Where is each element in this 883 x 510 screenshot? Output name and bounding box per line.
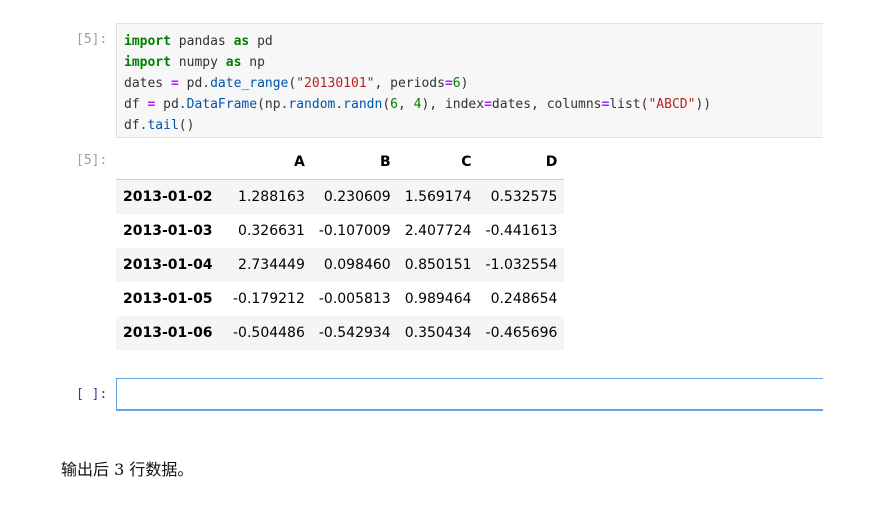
row-index-label: 2013-01-04 bbox=[123, 257, 213, 273]
table-cell: 0.326631 bbox=[238, 223, 305, 239]
table-cell: 0.350434 bbox=[404, 325, 472, 341]
column-header: D bbox=[478, 145, 565, 180]
code-token: = bbox=[444, 76, 453, 91]
table-cell: 0.850151 bbox=[404, 257, 472, 273]
table-row: 2013-01-06 -0.504486 -0.542934 0.350434 -0.4… bbox=[116, 316, 565, 350]
code-token: = bbox=[170, 76, 179, 91]
column-header: A bbox=[226, 145, 312, 180]
table-cell: -0.441613 bbox=[485, 223, 558, 239]
code-token: "20130101" bbox=[296, 76, 375, 91]
row-index-label: 2013-01-06 bbox=[123, 325, 213, 341]
code-line: import numpy as np bbox=[124, 52, 711, 73]
table-row: 2013-01-02 1.288163 0.230609 1.569174 0.5325… bbox=[116, 179, 565, 214]
code-token: = bbox=[484, 97, 492, 112]
code-token: (np bbox=[257, 97, 281, 112]
code-cell-prompt: [5]: bbox=[76, 32, 108, 47]
code-token: "ABCD" bbox=[648, 97, 696, 112]
column-header: B bbox=[311, 145, 398, 180]
code-token: dates bbox=[124, 76, 171, 91]
table-header-row: A B C D bbox=[116, 145, 565, 180]
row-index-label: 2013-01-03 bbox=[123, 223, 213, 239]
code-line: df.tail() bbox=[124, 115, 711, 136]
code-token: list( bbox=[609, 97, 649, 112]
table-cell: -0.179212 bbox=[233, 291, 305, 307]
table-cell: -0.504486 bbox=[233, 325, 305, 341]
code-token: pandas bbox=[170, 34, 234, 49]
table-cell: 1.288163 bbox=[238, 189, 305, 205]
output-prompt: [5]: bbox=[76, 153, 108, 168]
code-token: as bbox=[225, 55, 242, 70]
code-token: pd bbox=[155, 97, 179, 112]
table-cell: -1.032554 bbox=[485, 257, 558, 273]
dataframe-output-table: A B C D 2013-01-02 1.288163 0.230609 1.5691… bbox=[116, 145, 565, 350]
empty-cell-prompt: [ ]: bbox=[76, 387, 108, 402]
code-editor[interactable]: import pandas as pd import numpy as np dat… bbox=[124, 31, 711, 136]
table-cell: 1.569174 bbox=[404, 189, 472, 205]
code-token: .random bbox=[280, 97, 336, 112]
table-cell: 0.532575 bbox=[490, 189, 558, 205]
code-token: , bbox=[397, 97, 414, 112]
table-cell: -0.542934 bbox=[318, 325, 391, 341]
table-cell: 0.248654 bbox=[490, 291, 558, 307]
table-row: 2013-01-04 2.734449 0.098460 0.850151 -1.032… bbox=[116, 248, 565, 282]
code-token: df bbox=[124, 97, 148, 112]
code-line: df = pd.DataFrame(np.random.randn(6, 4),… bbox=[124, 94, 711, 115]
index-header bbox=[116, 145, 226, 180]
row-index-label: 2013-01-02 bbox=[123, 189, 213, 205]
code-token: .tail bbox=[139, 118, 179, 133]
code-line: dates = pd.date_range("20130101", period… bbox=[124, 73, 711, 94]
code-token: np bbox=[241, 55, 265, 70]
row-index-label: 2013-01-05 bbox=[123, 291, 213, 307]
code-token: .randn bbox=[335, 97, 383, 112]
table-cell: 0.098460 bbox=[323, 257, 391, 273]
table-cell: 0.230609 bbox=[323, 189, 391, 205]
table-row: 2013-01-03 0.326631 -0.107009 2.407724 -0.44… bbox=[116, 214, 564, 248]
code-token: pd bbox=[249, 34, 273, 49]
code-token: pd bbox=[178, 76, 203, 91]
table-cell: 2.734449 bbox=[238, 257, 305, 273]
code-token: ) bbox=[460, 76, 469, 91]
table-cell: 2.407724 bbox=[404, 223, 472, 239]
table-cell: -0.005813 bbox=[318, 291, 391, 307]
empty-code-cell[interactable] bbox=[116, 378, 823, 411]
code-token: dates, columns bbox=[491, 97, 602, 112]
code-token: as bbox=[233, 34, 250, 49]
code-token: import bbox=[124, 34, 171, 49]
code-token: 6 bbox=[390, 97, 398, 112]
code-token: , periods bbox=[374, 76, 445, 91]
code-token: .date_range bbox=[202, 76, 289, 91]
table-cell: -0.465696 bbox=[485, 325, 558, 341]
code-cell[interactable]: import pandas as pd import numpy as np dat… bbox=[116, 23, 823, 138]
code-token: df bbox=[124, 118, 140, 133]
code-token: .DataFrame bbox=[178, 97, 258, 112]
code-token: )) bbox=[695, 97, 712, 112]
code-token: ( bbox=[382, 97, 391, 112]
code-token: import bbox=[124, 55, 171, 70]
caption-text: 输出后 3 行数据。 bbox=[61, 460, 194, 479]
code-token: ), index bbox=[421, 97, 485, 112]
code-token: numpy bbox=[170, 55, 226, 70]
code-token: 6 bbox=[452, 76, 461, 91]
column-header: C bbox=[397, 145, 479, 180]
table-cell: -0.107009 bbox=[318, 223, 391, 239]
table-cell: 0.989464 bbox=[404, 291, 472, 307]
code-token: () bbox=[178, 118, 195, 133]
table-row: 2013-01-05 -0.179212 -0.005813 0.989464 0.24… bbox=[116, 282, 564, 316]
code-line: import pandas as pd bbox=[124, 31, 711, 52]
